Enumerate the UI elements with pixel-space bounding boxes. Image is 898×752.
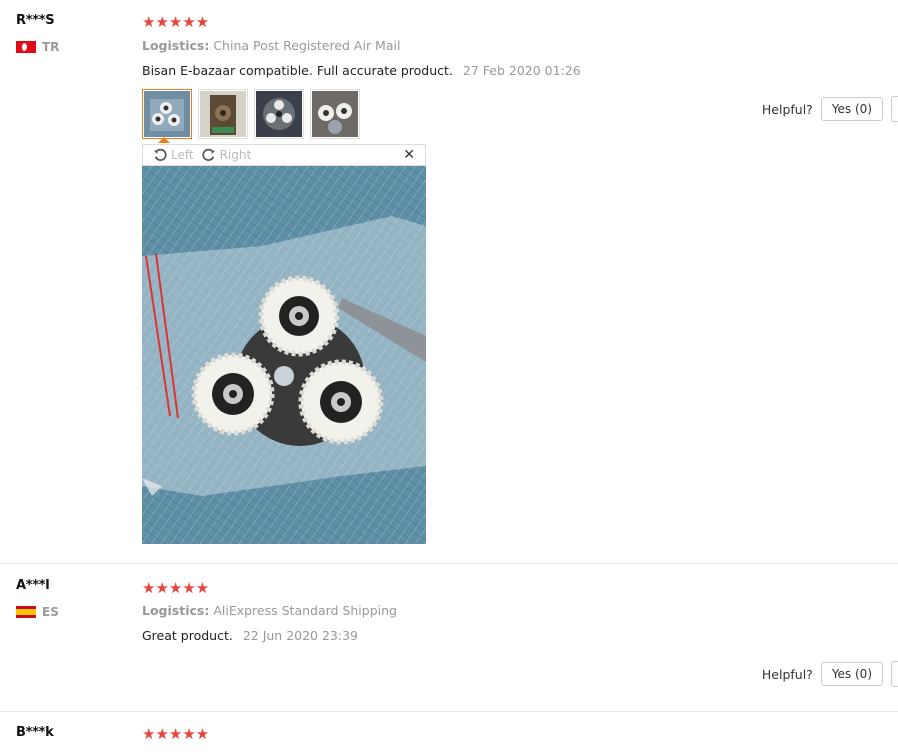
helpful-vote: Helpful? Yes (0) — [762, 661, 898, 687]
helpful-label: Helpful? — [761, 666, 813, 682]
rotate-left-button[interactable]: Left — [153, 148, 194, 162]
review-photo-thumbnails — [142, 89, 360, 139]
rotate-left-label: Left — [171, 148, 194, 162]
photo-viewer-toolbar: Left Right ✕ — [142, 144, 426, 166]
review-comment: Bisan E-bazaar compatible. Full accurate… — [142, 63, 581, 78]
helpful-label: Helpful? — [761, 101, 813, 117]
active-thumb-caret — [158, 137, 170, 143]
review-photo-thumb[interactable] — [254, 89, 304, 139]
gears-photo-thumb-icon — [312, 91, 358, 137]
star-rating: ★★★★★ — [142, 725, 210, 743]
reviewer-name: B***k — [16, 725, 54, 740]
helpful-vote: Helpful? Yes (0) — [762, 96, 898, 122]
review-photo-thumb[interactable] — [310, 89, 360, 139]
gear-photo-thumb-icon — [144, 91, 190, 137]
reviewer-name: R***S — [16, 13, 55, 28]
rotate-right-icon — [201, 148, 215, 161]
comment-text: Great product. — [142, 628, 233, 643]
spain-flag-icon — [16, 606, 36, 618]
country-code: TR — [42, 40, 60, 54]
review-date: 27 Feb 2020 01:26 — [462, 63, 581, 78]
logistics-label: Logistics: — [142, 38, 210, 53]
logistics-info: Logistics: AliExpress Standard Shipping — [142, 603, 397, 618]
review-item: A***l ES ★★★★★ Logistics: AliExpress Sta… — [0, 565, 898, 710]
helpful-no-button[interactable] — [891, 661, 898, 687]
motor-photo-thumb-icon — [200, 91, 246, 137]
hub-photo-thumb-icon — [256, 91, 302, 137]
review-photo-thumb[interactable] — [142, 89, 192, 139]
review-photo-thumb[interactable] — [198, 89, 248, 139]
reviewer-country: TR — [16, 40, 59, 54]
rotate-right-label: Right — [219, 148, 252, 162]
helpful-yes-button[interactable]: Yes (0) — [820, 662, 883, 686]
review-photo-large — [142, 166, 426, 544]
logistics-value: China Post Registered Air Mail — [213, 38, 401, 53]
reviewer-name: A***l — [16, 578, 50, 593]
review-divider — [0, 563, 898, 564]
logistics-info: Logistics: China Post Registered Air Mai… — [142, 38, 400, 53]
review-item: R***S TR ★★★★★ Logistics: China Post Reg… — [0, 0, 898, 562]
gear-photo-image — [142, 166, 426, 544]
helpful-no-button[interactable] — [891, 96, 898, 122]
review-item: B***k ★★★★★ — [0, 713, 898, 752]
comment-text: Bisan E-bazaar compatible. Full accurate… — [142, 63, 453, 78]
review-date: 22 Jun 2020 23:39 — [242, 628, 359, 643]
review-comment: Great product. 22 Jun 2020 23:39 — [142, 628, 358, 643]
country-code: ES — [42, 605, 59, 619]
star-rating: ★★★★★ — [142, 13, 210, 31]
close-viewer-icon[interactable]: ✕ — [403, 147, 415, 163]
review-divider — [0, 711, 898, 712]
logistics-value: AliExpress Standard Shipping — [213, 603, 397, 618]
rotate-left-icon — [153, 148, 167, 161]
rotate-right-button[interactable]: Right — [201, 148, 252, 162]
turkey-flag-icon — [16, 41, 36, 53]
reviewer-country: ES — [16, 605, 59, 619]
star-rating: ★★★★★ — [142, 579, 210, 597]
helpful-yes-button[interactable]: Yes (0) — [820, 97, 883, 121]
logistics-label: Logistics: — [142, 603, 210, 618]
